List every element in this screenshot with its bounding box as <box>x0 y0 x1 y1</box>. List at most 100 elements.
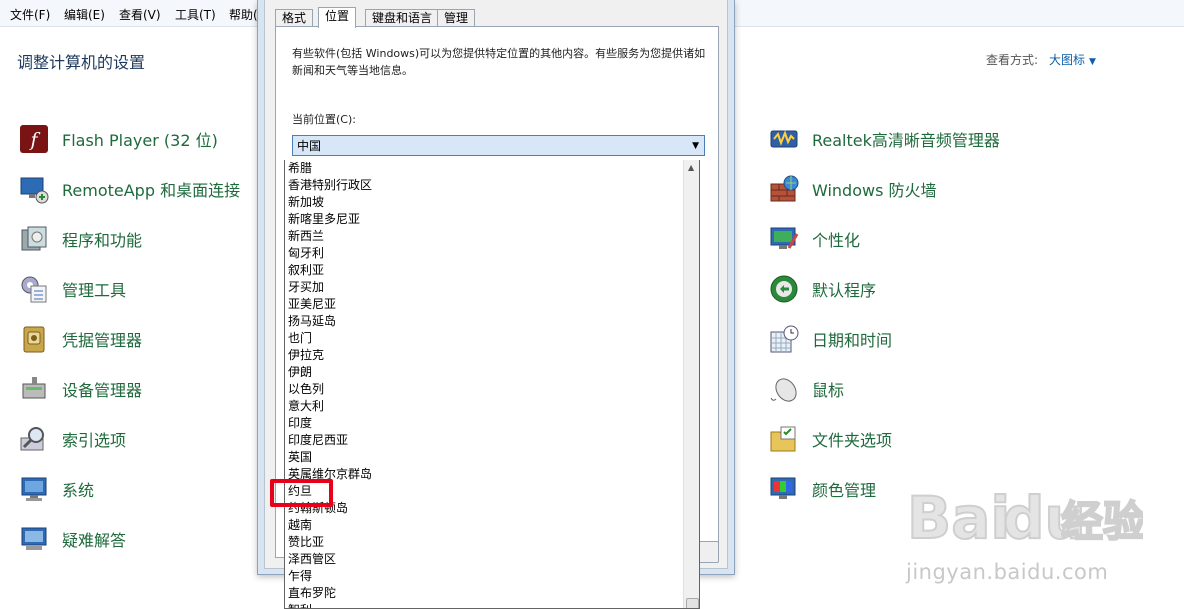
dropdown-option[interactable]: 新加坡 <box>288 194 324 211</box>
svg-text:经验: 经验 <box>1061 497 1143 546</box>
dropdown-option[interactable]: 伊拉克 <box>288 347 324 364</box>
dropdown-option[interactable]: 亚美尼亚 <box>288 296 336 313</box>
cp-item-color-management[interactable]: 颜色管理 <box>769 472 876 506</box>
scroll-up-icon[interactable]: ▲ <box>688 163 694 172</box>
chevron-down-icon[interactable]: ▼ <box>692 136 699 157</box>
personalization-icon <box>769 224 799 254</box>
dropdown-option[interactable]: 越南 <box>288 517 312 534</box>
svg-text:Bai: Bai <box>907 484 1010 552</box>
flash-player-icon: f <box>19 124 49 154</box>
view-by-label: 查看方式: <box>986 53 1039 67</box>
dropdown-option[interactable]: 乍得 <box>288 568 312 585</box>
cp-item-personalization[interactable]: 个性化 <box>769 222 860 256</box>
realtek-audio-icon <box>769 124 799 154</box>
cp-item-label: Realtek高清晰音频管理器 <box>812 131 1000 150</box>
dropdown-option[interactable]: 牙买加 <box>288 279 324 296</box>
admin-tools-icon <box>19 274 49 304</box>
dropdown-option[interactable]: 伊朗 <box>288 364 312 381</box>
view-by-value: 大图标 <box>1049 53 1086 67</box>
tab-formats[interactable]: 格式 <box>275 9 314 27</box>
date-time-icon <box>769 324 799 354</box>
tab-administrative[interactable]: 管理 <box>437 9 476 27</box>
cp-item-label: Windows 防火墙 <box>812 181 937 200</box>
baidu-watermark: Bai du 经验 jingyan.baidu.com <box>903 472 1146 592</box>
color-management-icon <box>769 474 799 504</box>
dropdown-option[interactable]: 以色列 <box>288 381 324 398</box>
location-dropdown-list[interactable]: 希腊 香港特别行政区 新加坡 新喀里多尼亚 新西兰 匈牙利 叙利亚 牙买加 亚美尼亚 扬马延岛 也门… <box>284 160 700 609</box>
cp-item-admin-tools[interactable]: 管理工具 <box>19 272 126 306</box>
cp-item-default-programs[interactable]: 默认程序 <box>769 272 876 306</box>
current-location-label: 当前位置(C): <box>292 113 356 126</box>
current-location-combobox[interactable]: 中国 ▼ <box>292 135 705 156</box>
dropdown-option[interactable]: 希腊 <box>288 160 312 177</box>
menu-edit[interactable]: 编辑(E) <box>64 6 105 23</box>
cp-item-label: 鼠标 <box>812 381 845 400</box>
cp-item-troubleshooting[interactable]: 疑难解答 <box>19 522 126 556</box>
default-programs-icon <box>769 274 799 304</box>
cp-item-label: 颜色管理 <box>812 481 877 500</box>
cp-item-mouse[interactable]: 鼠标 <box>769 372 844 406</box>
cp-item-folder-options[interactable]: 文件夹选项 <box>769 422 892 456</box>
dropdown-option[interactable]: 新喀里多尼亚 <box>288 211 360 228</box>
page-title: 调整计算机的设置 <box>17 53 146 72</box>
cp-item-label: 疑难解答 <box>62 531 127 550</box>
system-icon <box>19 474 49 504</box>
view-by-dropdown[interactable]: 大图标 ▼ <box>1049 51 1096 68</box>
tab-location[interactable]: 位置 <box>318 7 357 28</box>
cp-item-date-time[interactable]: 日期和时间 <box>769 322 892 356</box>
cp-item-label: 凭据管理器 <box>62 331 143 350</box>
credential-manager-icon <box>19 324 49 354</box>
cp-item-label: 程序和功能 <box>62 231 143 250</box>
indexing-options-icon <box>19 424 49 454</box>
cp-item-flash-player[interactable]: f Flash Player (32 位) <box>19 122 218 156</box>
cp-item-indexing[interactable]: 索引选项 <box>19 422 126 456</box>
cp-item-remoteapp[interactable]: RemoteApp 和桌面连接 <box>19 172 240 206</box>
tab-keyboards-languages[interactable]: 键盘和语言 <box>365 9 440 27</box>
cp-item-label: 系统 <box>62 481 95 500</box>
dropdown-option[interactable]: 叙利亚 <box>288 262 324 279</box>
dropdown-option[interactable]: 也门 <box>288 330 312 347</box>
cp-item-label: 索引选项 <box>62 431 127 450</box>
cp-item-label: 设备管理器 <box>62 381 143 400</box>
dropdown-option[interactable]: 新西兰 <box>288 228 324 245</box>
dropdown-option[interactable]: 匈牙利 <box>288 245 324 262</box>
dropdown-scrollbar[interactable]: ▲ <box>683 160 699 608</box>
cp-item-label: 默认程序 <box>812 281 877 300</box>
dropdown-option[interactable]: 英国 <box>288 449 312 466</box>
dropdown-option[interactable]: 印度 <box>288 415 312 432</box>
watermark-url: jingyan.baidu.com <box>906 560 1109 584</box>
cp-item-label: 管理工具 <box>62 281 127 300</box>
scrollbar-thumb[interactable] <box>686 598 699 608</box>
cp-item-label: 个性化 <box>812 231 861 250</box>
cp-item-programs[interactable]: 程序和功能 <box>19 222 142 256</box>
dropdown-option[interactable]: 赞比亚 <box>288 534 324 551</box>
cp-item-label: 日期和时间 <box>812 331 893 350</box>
dropdown-option[interactable]: 泽西管区 <box>288 551 336 568</box>
remoteapp-icon <box>19 174 49 204</box>
menu-tools[interactable]: 工具(T) <box>175 6 216 23</box>
cp-item-label: 文件夹选项 <box>812 431 893 450</box>
dropdown-option[interactable]: 香港特别行政区 <box>288 177 372 194</box>
menu-help[interactable]: 帮助( <box>229 6 258 23</box>
cp-item-label: RemoteApp 和桌面连接 <box>62 181 241 200</box>
troubleshooting-icon <box>19 524 49 554</box>
cp-item-realtek-audio[interactable]: Realtek高清晰音频管理器 <box>769 122 1000 156</box>
cp-item-system[interactable]: 系统 <box>19 472 94 506</box>
firewall-icon <box>769 174 799 204</box>
cp-item-label: Flash Player (32 位) <box>62 131 218 150</box>
folder-options-icon <box>769 424 799 454</box>
location-description: 有些软件(包括 Windows)可以为您提供特定位置的其他内容。有些服务为您提供… <box>292 47 706 77</box>
menu-view[interactable]: 查看(V) <box>119 6 161 23</box>
cp-item-device-manager[interactable]: 设备管理器 <box>19 372 142 406</box>
dropdown-option[interactable]: 直布罗陀 <box>288 585 336 602</box>
chevron-down-icon: ▼ <box>1089 57 1096 67</box>
baidu-logo: Bai du 经验 <box>906 483 1146 553</box>
current-location-value: 中国 <box>297 139 322 153</box>
dropdown-option[interactable]: 印度尼西亚 <box>288 432 348 449</box>
cp-item-credential-manager[interactable]: 凭据管理器 <box>19 322 142 356</box>
programs-features-icon <box>19 224 49 254</box>
dropdown-option[interactable]: 扬马延岛 <box>288 313 336 330</box>
cp-item-firewall[interactable]: Windows 防火墙 <box>769 172 937 206</box>
dropdown-option[interactable]: 意大利 <box>288 398 324 415</box>
menu-file[interactable]: 文件(F) <box>10 6 50 23</box>
